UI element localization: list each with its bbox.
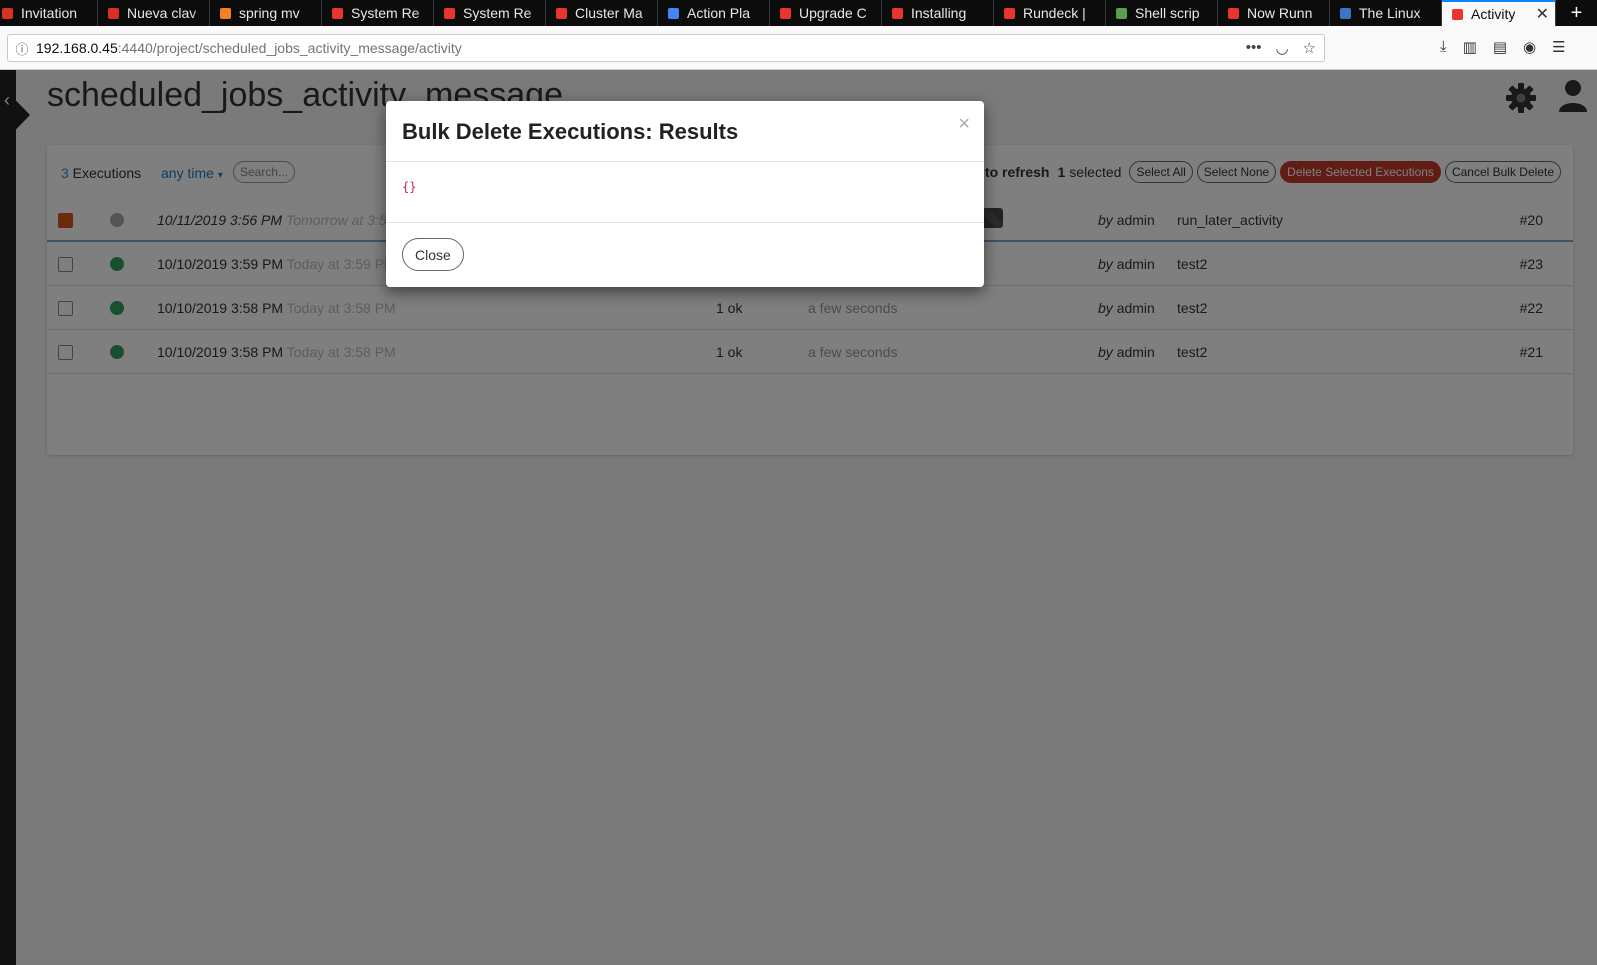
browser-tab[interactable]: Activity ✕ [1442,0,1556,26]
results-json: {} [402,180,417,194]
page-actions-icon[interactable]: ••• [1246,39,1262,57]
sidebar-icon[interactable]: ▤ [1493,38,1507,56]
tab-label: System Re [351,5,420,21]
tab-close-icon[interactable]: ✕ [1536,4,1549,24]
browser-tab[interactable]: Nueva clav [98,0,210,26]
tab-label: Shell scrip [1135,5,1200,21]
menu-icon[interactable]: ☰ [1552,38,1565,56]
tab-label: Nueva clav [127,5,197,21]
tab-label: Activity [1471,6,1516,22]
browser-tab[interactable]: Installing [882,0,994,26]
browser-tab[interactable]: Rundeck | [994,0,1106,26]
tab-label: Now Runn [1247,5,1313,21]
rundeck-icon [330,6,344,20]
bulk-delete-results-modal: Bulk Delete Executions: Results × {} Clo… [386,101,984,287]
browser-tab[interactable]: System Re [322,0,434,26]
url-path: :4440/project/scheduled_jobs_activity_me… [117,40,462,56]
modal-body: {} [386,162,984,223]
rundeck-icon [554,6,568,20]
modal-header: Bulk Delete Executions: Results × [386,101,984,162]
docs-icon [666,6,680,20]
tab-label: Invitation [21,5,78,21]
bookmark-star-icon[interactable]: ☆ [1303,39,1316,57]
url-bar[interactable]: ⓘ 192.168.0.45:4440/project/scheduled_jo… [7,34,1325,62]
info-icon[interactable]: ⓘ [8,39,36,58]
page-icon [1338,6,1352,20]
rundeck-icon [1226,6,1240,20]
generic-icon [1114,6,1128,20]
rundeck-icon [778,6,792,20]
tab-label: The Linux [1359,5,1421,21]
rundeck-icon [1450,7,1464,21]
gmail-icon [106,6,120,20]
toolbar-icons: ⤓ ▥ ▤ ◉ ☰ [1440,38,1566,56]
rundeck-icon [890,6,904,20]
browser-tab[interactable]: Cluster Ma [546,0,658,26]
account-icon[interactable]: ◉ [1523,38,1536,56]
tab-label: System Re [463,5,532,21]
browser-tab[interactable]: spring mv [210,0,322,26]
download-icon[interactable]: ⤓ [1440,38,1447,56]
browser-tab[interactable]: System Re [434,0,546,26]
tab-label: Cluster Ma [575,5,643,21]
browser-tab[interactable]: Shell scrip [1106,0,1218,26]
tab-label: Installing [911,5,967,21]
modal-footer: Close [386,223,984,287]
browser-tab[interactable]: Now Runn [1218,0,1330,26]
stackoverflow-icon [218,6,232,20]
close-button[interactable]: Close [402,238,464,271]
rundeck-icon [442,6,456,20]
browser-tab[interactable]: Action Pla [658,0,770,26]
rundeck-icon [1002,6,1016,20]
tab-label: Action Pla [687,5,751,21]
library-icon[interactable]: ▥ [1463,38,1477,56]
url-actions: ••• ◡ ☆ [1246,39,1316,57]
tab-label: spring mv [239,5,300,21]
tab-label: Upgrade C [799,5,867,21]
browser-tab[interactable]: Upgrade C [770,0,882,26]
browser-nav-bar: ⓘ 192.168.0.45:4440/project/scheduled_jo… [0,26,1597,70]
browser-tab[interactable]: Invitation [0,0,98,26]
url-host: 192.168.0.45 [36,40,118,56]
modal-title: Bulk Delete Executions: Results [402,119,739,144]
browser-tab-strip: Invitation Nueva clav spring mv System Re Sy… [0,0,1597,26]
browser-tab[interactable]: The Linux [1330,0,1442,26]
new-tab-icon[interactable]: + [1556,0,1597,26]
close-icon[interactable]: × [958,113,970,136]
mail-icon [0,6,14,20]
tab-label: Rundeck | [1023,5,1086,21]
pocket-icon[interactable]: ◡ [1275,39,1288,57]
